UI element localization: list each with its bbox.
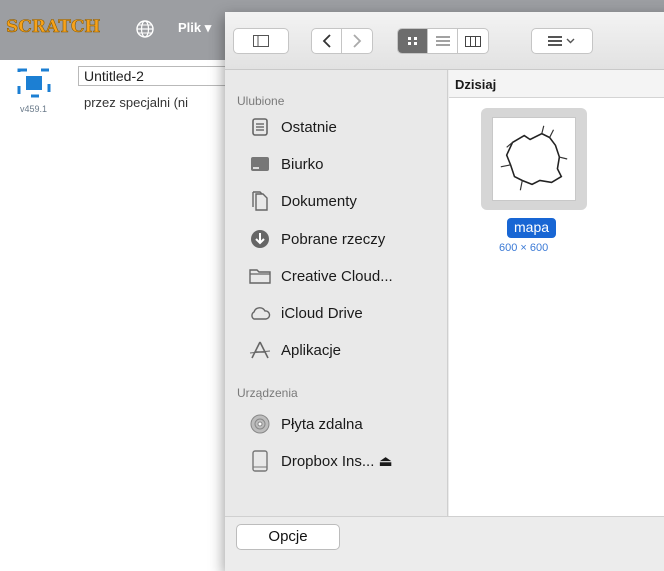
column-view-icon	[465, 35, 481, 47]
file-item-mapa[interactable]	[481, 108, 587, 210]
group-menu-icon	[548, 36, 575, 46]
sidebar-item-label: Biurko	[281, 155, 324, 173]
sidebar-item-creative-cloud[interactable]: Creative Cloud...	[249, 263, 393, 289]
scratch-logo[interactable]: SCRATCH	[6, 17, 101, 38]
disc-icon	[249, 413, 271, 435]
group-menu-button[interactable]	[531, 28, 593, 54]
more-items-divider	[237, 500, 337, 506]
desktop-icon	[249, 153, 271, 175]
sidebar-item-label: Pobrane rzeczy	[281, 230, 386, 248]
fullscreen-icon[interactable]	[17, 68, 51, 98]
sidebar-item-label: Dokumenty	[281, 192, 357, 210]
globe-icon[interactable]	[135, 19, 155, 39]
sidebar-item-dropbox[interactable]: Dropbox Ins... ⏏	[249, 448, 393, 474]
sidebar-item-label: Ostatnie	[281, 118, 337, 136]
version-label: v459.1	[20, 104, 48, 114]
column-view-button[interactable]	[458, 29, 488, 53]
file-browser: Dzisiaj mapa 600 × 600	[449, 70, 664, 516]
sidebar-item-icloud[interactable]: iCloud Drive	[249, 300, 363, 326]
sidebar-item-desktop[interactable]: Biurko	[249, 151, 324, 177]
sidebar-toggle-button[interactable]	[233, 28, 289, 54]
sidebar-item-label: Płyta zdalna	[281, 415, 363, 433]
column-header-today: Dzisiaj	[449, 70, 664, 98]
drive-icon	[249, 450, 271, 472]
favorites-header: Ulubione	[237, 94, 285, 108]
list-view-button[interactable]	[428, 29, 458, 53]
recents-icon	[249, 116, 271, 138]
sidebar-item-remote-disc[interactable]: Płyta zdalna	[249, 411, 363, 437]
forward-arrow-icon	[353, 34, 362, 48]
documents-icon	[249, 190, 271, 212]
applications-icon	[249, 339, 271, 361]
icon-view-icon	[407, 37, 417, 45]
forward-button[interactable]	[342, 29, 372, 53]
sidebar-item-label: Creative Cloud...	[281, 267, 393, 285]
back-button[interactable]	[312, 29, 342, 53]
sidebar-item-downloads[interactable]: Pobrane rzeczy	[249, 226, 385, 252]
sidebar-item-label: iCloud Drive	[281, 304, 363, 322]
file-name-label[interactable]: mapa	[507, 218, 557, 238]
file-open-dialog: Ulubione Ostatnie Biurko Dokumenty Pobra…	[225, 12, 664, 571]
file-dimensions: 600 × 600	[499, 242, 549, 254]
navigation-buttons	[311, 28, 373, 54]
back-arrow-icon	[322, 34, 331, 48]
sidebar-item-applications[interactable]: Aplikacje	[249, 337, 341, 363]
file-menu-label: Plik	[178, 20, 202, 35]
dialog-toolbar	[225, 12, 664, 70]
file-menu[interactable]: Plik ▾	[178, 20, 211, 36]
dialog-bottom-bar: Opcje	[225, 516, 664, 571]
list-view-icon	[435, 36, 450, 46]
sidebar-toggle-icon	[253, 35, 269, 47]
sidebar-item-recents[interactable]: Ostatnie	[249, 114, 337, 140]
icon-view-button[interactable]	[398, 29, 428, 53]
devices-header: Urządzenia	[237, 386, 298, 400]
downloads-icon	[249, 228, 271, 250]
sidebar-item-label: Dropbox Ins... ⏏	[281, 453, 393, 470]
dialog-sidebar: Ulubione Ostatnie Biurko Dokumenty Pobra…	[225, 70, 448, 516]
options-button[interactable]: Opcje	[236, 524, 340, 550]
sidebar-item-label: Aplikacje	[281, 341, 342, 359]
cloud-icon	[249, 302, 271, 324]
scratch-project-area	[0, 60, 225, 571]
view-mode-selector	[397, 28, 489, 54]
project-author: przez specjalni (ni	[84, 95, 189, 110]
sidebar-item-documents[interactable]: Dokumenty	[249, 188, 357, 214]
map-thumbnail-icon	[492, 117, 576, 201]
folder-icon	[249, 265, 271, 287]
